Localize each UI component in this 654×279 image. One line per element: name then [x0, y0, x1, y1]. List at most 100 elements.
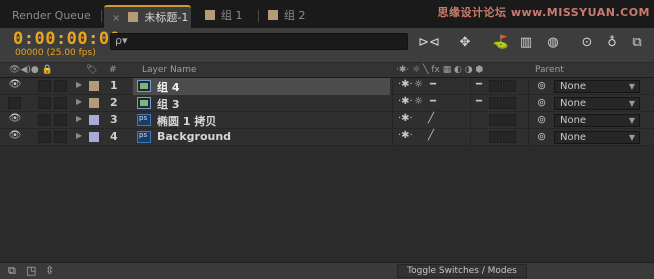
layer-name-cell[interactable]: Background	[133, 129, 390, 146]
current-time-display[interactable]: 0:00:00:00	[13, 29, 120, 49]
3d-layer-switch[interactable]	[503, 114, 516, 126]
quality-switch-icon[interactable]: ╱	[428, 113, 434, 124]
eye-icon[interactable]: 👁	[8, 79, 22, 90]
layer-name[interactable]: 组 4	[157, 79, 179, 95]
shy-switch-icon[interactable]: ·✱·	[398, 96, 413, 107]
layer-name-header[interactable]: Layer Name	[142, 65, 197, 75]
motion-blur-switch[interactable]	[489, 114, 502, 126]
layer-number: 2	[110, 96, 118, 109]
lock-switch[interactable]	[54, 131, 67, 143]
motion-blur-switch[interactable]	[489, 80, 502, 92]
shy-switch-icon[interactable]: ·✱·	[398, 130, 413, 141]
layer-search-input[interactable]: ρ▾	[110, 33, 408, 50]
pick-whip-icon[interactable]: ⊚	[537, 79, 546, 92]
tab-group-1[interactable]: 组 1	[205, 5, 243, 28]
parent-dropdown[interactable]: None ▼	[554, 114, 640, 127]
layer-name[interactable]: 组 3	[157, 96, 179, 112]
3d-layer-switch[interactable]	[503, 97, 516, 109]
layer-row[interactable]: ▶ 2 组 3 ·✱· ☼ ━ ━ ⊚ None ▼	[0, 95, 654, 112]
motion-blur-switch[interactable]	[489, 97, 502, 109]
tab-group-2[interactable]: 组 2	[268, 5, 306, 28]
in-out-pane-icon[interactable]: ⇳	[45, 264, 54, 277]
brainstorm-icon[interactable]: ⊙	[576, 33, 598, 53]
comp-flowchart-icon[interactable]: ⊳⊲	[418, 33, 440, 53]
layer-row[interactable]: 👁 ▶ 1 组 4 ·✱· ☼ ━ ━ ⊚ None ▼	[0, 78, 654, 95]
tab-composition-untitled[interactable]: × 未标题-1	[104, 5, 191, 28]
expand-triangle-icon[interactable]: ▶	[76, 131, 82, 140]
layer-name[interactable]: 椭圆 1 拷贝	[157, 113, 216, 129]
label-color-swatch[interactable]	[89, 115, 99, 125]
column-divider	[528, 95, 529, 112]
parent-header[interactable]: Parent	[535, 65, 564, 75]
column-divider	[528, 112, 529, 129]
lock-switch[interactable]	[54, 80, 67, 92]
layer-row[interactable]: 👁 ▶ 4 Background ·✱· ╱ ⊚ None ▼	[0, 129, 654, 146]
expand-triangle-icon[interactable]: ▶	[76, 114, 82, 123]
pick-whip-icon[interactable]: ⊚	[537, 130, 546, 143]
hide-shy-icon[interactable]: ⛳	[490, 33, 512, 53]
draft-3d-icon[interactable]: ✥	[454, 33, 476, 53]
solo-switch[interactable]	[38, 114, 51, 126]
graph-editor-icon[interactable]: ♁	[601, 33, 623, 53]
dropdown-arrow-icon[interactable]: ▼	[629, 81, 635, 92]
layer-number: 4	[110, 130, 118, 143]
frame-blend-switch-icon[interactable]: ━	[476, 96, 482, 107]
motion-blur-switch[interactable]	[489, 131, 502, 143]
layer-name[interactable]: Background	[157, 130, 231, 143]
quality-switch-icon[interactable]: ━	[430, 79, 436, 90]
switches-header[interactable]: ·✱· ☼ ╲ fx ▦ ◐ ◑ ⬢	[396, 65, 483, 75]
live-update-icon[interactable]: ⧉	[626, 33, 648, 53]
parent-dropdown[interactable]: None ▼	[554, 80, 640, 93]
expand-triangle-icon[interactable]: ▶	[76, 97, 82, 106]
number-column-header[interactable]: #	[109, 65, 117, 75]
dropdown-arrow-icon[interactable]: ▼	[629, 115, 635, 126]
close-tab-icon[interactable]: ×	[112, 13, 120, 24]
solo-switch[interactable]	[38, 97, 51, 109]
collapse-switch-icon[interactable]: ☼	[414, 96, 423, 107]
lock-switch[interactable]	[54, 97, 67, 109]
shy-switch-icon[interactable]: ·✱·	[398, 113, 413, 124]
collapse-switch-icon[interactable]: ☼	[414, 79, 423, 90]
parent-dropdown[interactable]: None ▼	[554, 97, 640, 110]
label-color-swatch[interactable]	[89, 98, 99, 108]
frame-blending-icon[interactable]: ▥	[515, 33, 537, 53]
frame-blend-switch-icon[interactable]: ━	[476, 79, 482, 90]
layer-name-cell[interactable]: 组 3	[133, 95, 390, 112]
search-icon[interactable]: ρ▾	[115, 34, 128, 47]
shy-switch-icon[interactable]: ·✱·	[398, 79, 413, 90]
transfer-controls-pane-icon[interactable]: ◳	[26, 264, 36, 277]
layer-row[interactable]: 👁 ▶ 3 椭圆 1 拷贝 ·✱· ╱ ⊚ None ▼	[0, 112, 654, 129]
toggle-switches-modes-button[interactable]: Toggle Switches / Modes	[397, 264, 527, 278]
expand-triangle-icon[interactable]: ▶	[76, 80, 82, 89]
composition-icon	[137, 80, 151, 92]
pick-whip-icon[interactable]: ⊚	[537, 113, 546, 126]
dropdown-arrow-icon[interactable]: ▼	[629, 132, 635, 143]
label-column-icon[interactable]: 🏷	[86, 65, 97, 75]
av-features-header[interactable]: 👁◀)● 🔒	[9, 65, 53, 75]
tab-divider	[258, 10, 259, 22]
parent-value: None	[560, 132, 587, 143]
layer-list-empty-area	[0, 146, 654, 262]
pick-whip-icon[interactable]: ⊚	[537, 96, 546, 109]
eye-icon[interactable]: 👁	[8, 130, 22, 141]
solo-switch[interactable]	[38, 131, 51, 143]
quality-switch-icon[interactable]: ━	[430, 96, 436, 107]
quality-switch-icon[interactable]: ╱	[428, 130, 434, 141]
dropdown-arrow-icon[interactable]: ▼	[629, 98, 635, 109]
motion-blur-icon[interactable]: ◍	[542, 33, 564, 53]
column-divider	[392, 129, 393, 146]
tab-render-queue[interactable]: Render Queue	[12, 5, 91, 28]
eye-icon[interactable]: 👁	[8, 113, 22, 124]
tab-label: Render Queue	[12, 9, 91, 22]
3d-layer-switch[interactable]	[503, 131, 516, 143]
layer-name-cell[interactable]: 组 4	[133, 78, 390, 95]
label-color-swatch[interactable]	[89, 132, 99, 142]
3d-layer-switch[interactable]	[503, 80, 516, 92]
label-color-swatch[interactable]	[89, 81, 99, 91]
layer-name-cell[interactable]: 椭圆 1 拷贝	[133, 112, 390, 129]
solo-switch[interactable]	[38, 80, 51, 92]
parent-dropdown[interactable]: None ▼	[554, 131, 640, 144]
layer-switches-pane-icon[interactable]: ⧉	[8, 264, 16, 278]
lock-switch[interactable]	[54, 114, 67, 126]
video-switch[interactable]	[8, 97, 21, 109]
